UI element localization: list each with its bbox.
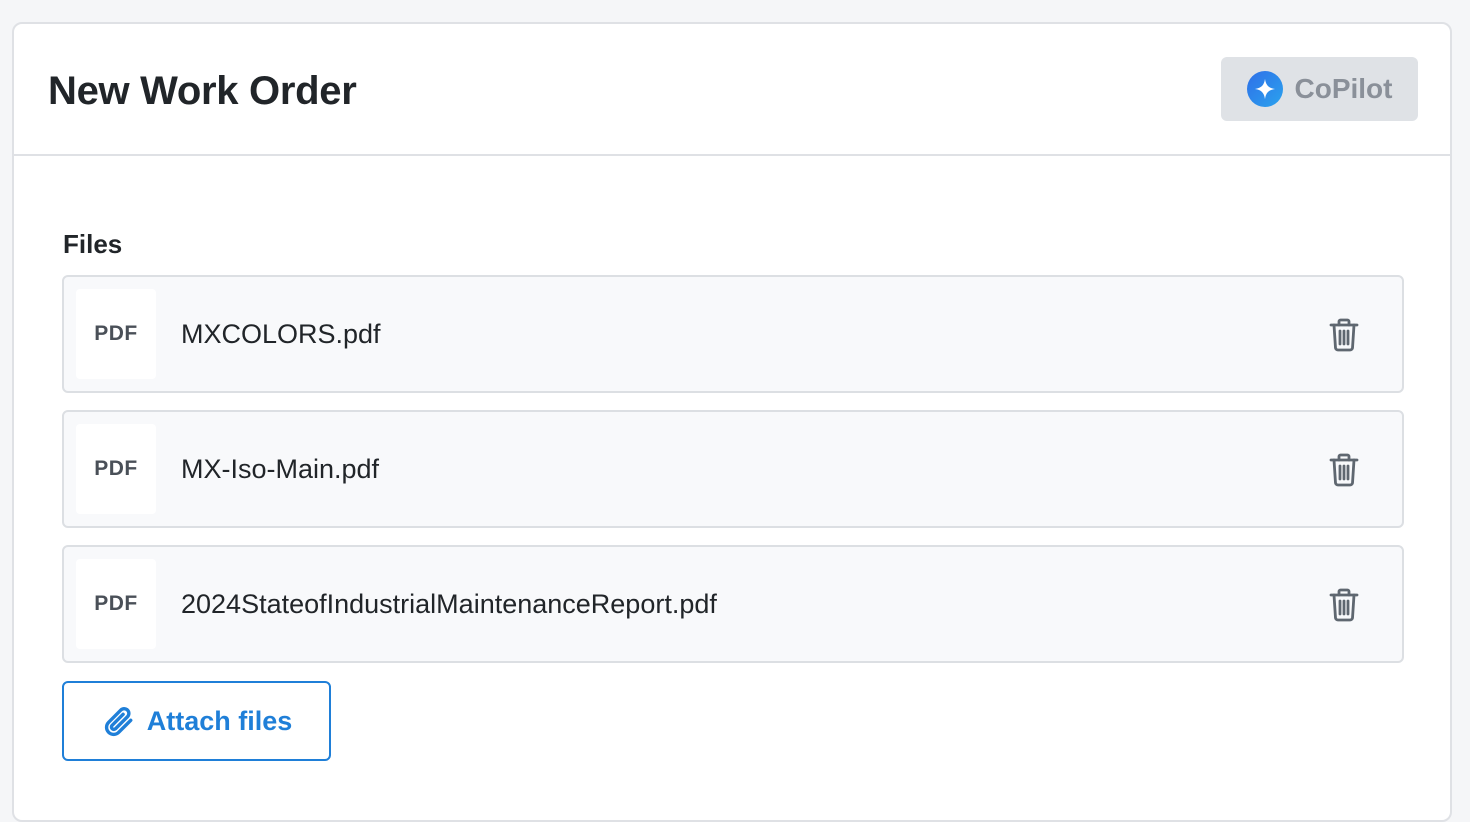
paperclip-icon — [104, 707, 133, 737]
file-name: MX-Iso-Main.pdf — [181, 454, 380, 484]
pdf-file-icon: PDF — [76, 559, 156, 649]
pdf-file-icon: PDF — [76, 289, 156, 379]
page-title: New Work Order — [48, 69, 357, 113]
delete-file-button[interactable] — [1324, 450, 1364, 490]
file-row[interactable]: PDF MXCOLORS.pdf — [62, 275, 1404, 393]
trash-icon — [1329, 453, 1359, 487]
attach-files-label: Attach files — [146, 705, 293, 736]
sparkle-icon — [1246, 71, 1283, 107]
trash-icon — [1329, 588, 1359, 622]
trash-icon — [1329, 318, 1359, 352]
work-order-panel: New Work Order CoPilot Files PDF MXCOLOR… — [12, 22, 1452, 822]
file-name: MXCOLORS.pdf — [181, 319, 381, 349]
panel-header: New Work Order CoPilot — [14, 24, 1450, 156]
copilot-label: CoPilot — [1294, 73, 1393, 104]
attach-files-button[interactable]: Attach files — [62, 681, 331, 761]
delete-file-button[interactable] — [1324, 585, 1364, 625]
file-name: 2024StateofIndustrialMaintenanceReport.p… — [181, 589, 717, 619]
delete-file-button[interactable] — [1324, 315, 1364, 355]
files-label: Files — [63, 229, 123, 259]
pdf-file-icon: PDF — [76, 424, 156, 514]
copilot-button[interactable]: CoPilot — [1221, 57, 1418, 121]
file-row[interactable]: PDF MX-Iso-Main.pdf — [62, 410, 1404, 528]
file-row[interactable]: PDF 2024StateofIndustrialMaintenanceRepo… — [62, 545, 1404, 663]
